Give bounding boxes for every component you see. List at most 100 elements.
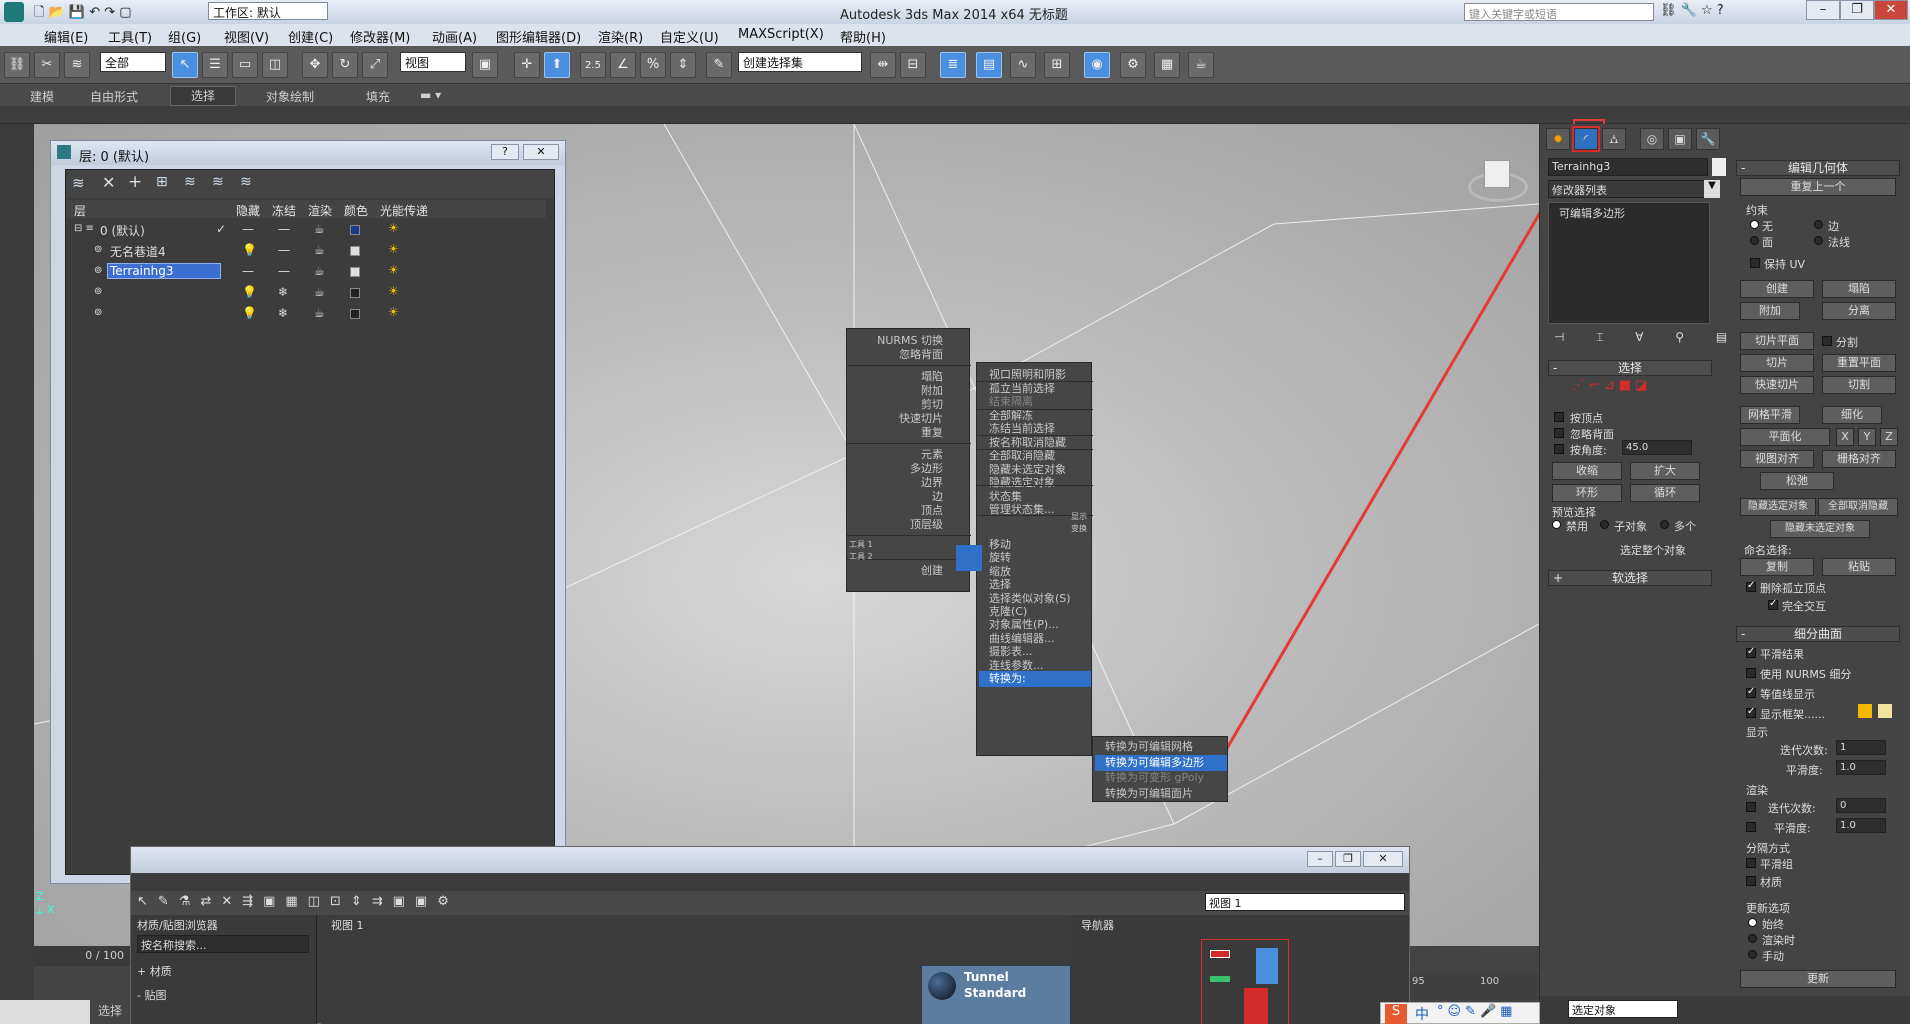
collapse-button[interactable]: 塌陷	[1822, 280, 1896, 298]
smoothing-groups-check[interactable]	[1746, 858, 1756, 868]
hide-toggle-icon[interactable]: —	[242, 264, 254, 278]
hide-unselected-button[interactable]: 隐藏未选定对象	[1770, 520, 1870, 538]
render-iterations-input[interactable]: 0	[1836, 798, 1886, 813]
unlink-icon[interactable]: ✂	[34, 52, 60, 78]
hierarchy-tab-icon[interactable]: ⛼	[1602, 128, 1626, 150]
quad-left-item[interactable]: 创建	[851, 563, 943, 579]
tab-populate[interactable]: 填充	[366, 88, 390, 105]
rendered-frame-icon[interactable]: ▦	[1154, 52, 1180, 78]
keyboard-shortcut-icon[interactable]: ⬆	[544, 52, 570, 78]
link-icon[interactable]: ⛓	[4, 52, 30, 78]
convert-submenu-item[interactable]: 转换为可编辑多边形	[1095, 754, 1227, 771]
manually-radio[interactable]	[1748, 950, 1757, 959]
by-angle-check[interactable]	[1554, 444, 1564, 454]
align-icon[interactable]: ⊟	[900, 52, 926, 78]
spinner-snap-icon[interactable]: ⇕	[670, 52, 696, 78]
graphite-toggle-icon[interactable]: ▤	[976, 52, 1002, 78]
hide-toggle-icon[interactable]: 💡	[242, 285, 257, 299]
y-button[interactable]: Y	[1858, 428, 1876, 446]
render-setup-icon[interactable]: ⚙	[1120, 52, 1146, 78]
preview-subobject-radio[interactable]	[1600, 520, 1609, 529]
angle-input[interactable]: 45.0	[1622, 440, 1692, 455]
slice-button[interactable]: 切片	[1740, 354, 1814, 372]
ref-coord-select[interactable]: 视图	[400, 52, 466, 72]
when-rendering-radio[interactable]	[1748, 934, 1757, 943]
add-to-layer-icon[interactable]: +	[128, 172, 142, 192]
new-layer-icon[interactable]: ≋	[72, 174, 85, 192]
view-align-button[interactable]: 视图对齐	[1740, 450, 1814, 468]
col-hide[interactable]: 隐藏	[236, 202, 260, 219]
slate-max-button[interactable]: ❐	[1335, 851, 1361, 867]
reset-plane-button[interactable]: 重置平面	[1822, 354, 1896, 372]
full-interactivity-check[interactable]	[1768, 598, 1778, 610]
menu-item-7[interactable]: 图形编辑器(D)	[496, 27, 581, 46]
preserve-uv-check[interactable]	[1750, 258, 1760, 268]
col-color[interactable]: 颜色	[344, 202, 368, 219]
create-button[interactable]: 创建	[1740, 280, 1814, 298]
help-search-input[interactable]: 键入关键字或短语	[1464, 3, 1654, 21]
update-button[interactable]: 更新	[1740, 970, 1896, 988]
tab-object-paint[interactable]: 对象绘制	[266, 88, 314, 105]
repeat-last-button[interactable]: 重复上一个	[1740, 178, 1896, 196]
render-toggle-icon[interactable]: ☕	[314, 243, 325, 257]
menu-item-0[interactable]: 编辑(E)	[44, 27, 88, 46]
materials-check[interactable]	[1746, 876, 1756, 886]
snap-toggle-icon[interactable]: 2.5	[580, 52, 606, 78]
quad-right-item[interactable]: 转换为:	[979, 671, 1091, 687]
close-button[interactable]: ✕	[1874, 0, 1908, 20]
window-crossing-icon[interactable]: ◫	[262, 52, 288, 78]
render-icon[interactable]: ☕	[1188, 52, 1214, 78]
select-object-icon[interactable]: ↖	[172, 52, 198, 78]
grow-button[interactable]: 扩大	[1630, 462, 1700, 480]
convert-submenu-item[interactable]: 转换为可变形 gPoly	[1095, 770, 1227, 786]
menu-item-5[interactable]: 修改器(M)	[350, 27, 410, 46]
frame-counter[interactable]: 0 / 100	[34, 946, 130, 966]
view-panel[interactable]: 视图 1 Tunnel Standard	[321, 915, 1071, 1024]
highlight-layer-icon[interactable]: ≋	[184, 174, 196, 190]
layer-row[interactable]: ⊚ 💡 ❄ ☕ ☀	[66, 283, 446, 303]
delete-layer-icon[interactable]: ✕	[102, 173, 115, 192]
slate-tool-icons[interactable]: ↖✎⚗⇄✕⇶▣▦◫⊡⇕⇉▣▣⚙	[137, 894, 459, 909]
freeze-toggle-icon[interactable]: —	[278, 222, 290, 236]
iterations-input[interactable]: 1	[1836, 740, 1886, 755]
menu-item-9[interactable]: 自定义(U)	[660, 27, 719, 46]
modifier-list-dropdown[interactable]: 修改器列表	[1548, 180, 1710, 198]
tab-freeform[interactable]: 自由形式	[90, 88, 138, 105]
isoline-display-check[interactable]	[1746, 686, 1756, 698]
percent-snap-icon[interactable]: %	[640, 52, 666, 78]
shrink-button[interactable]: 收缩	[1552, 462, 1622, 480]
constraint-edge-radio[interactable]	[1814, 220, 1823, 229]
minimize-button[interactable]: –	[1806, 0, 1840, 20]
radiosity-icon[interactable]: ☀	[388, 242, 399, 256]
radiosity-icon[interactable]: ☀	[388, 284, 399, 298]
pivot-icon[interactable]: ▣	[472, 52, 498, 78]
menu-item-1[interactable]: 工具(T)	[108, 27, 152, 46]
ignore-backfacing-check[interactable]	[1554, 428, 1564, 438]
tab-modeling[interactable]: 建模	[30, 88, 54, 105]
app-logo-icon[interactable]	[4, 2, 24, 22]
utilities-tab-icon[interactable]: 🔧	[1696, 128, 1720, 150]
render-toggle-icon[interactable]: ☕	[314, 285, 325, 299]
tab-selection[interactable]: 选择	[170, 86, 237, 106]
layer-row[interactable]: ⊚ Terrainhg3 — — ☕ ☀	[66, 262, 446, 282]
x-button[interactable]: X	[1836, 428, 1854, 446]
freeze-toggle-icon[interactable]: —	[278, 264, 290, 278]
modify-tab-icon[interactable]: ◜	[1572, 126, 1600, 152]
radiosity-icon[interactable]: ☀	[388, 221, 399, 235]
tessellate-button[interactable]: 细化	[1822, 406, 1882, 424]
quad-left-item[interactable]: 忽略背面	[851, 347, 943, 363]
preview-multi-radio[interactable]	[1660, 520, 1669, 529]
split-check[interactable]	[1822, 336, 1832, 346]
planarize-button[interactable]: 平面化	[1740, 428, 1830, 446]
mirror-icon[interactable]: ⇹	[870, 52, 896, 78]
unhide-all-button[interactable]: 全部取消隐藏	[1818, 498, 1898, 516]
view-dropdown[interactable]: 视图 1	[1205, 893, 1405, 911]
show-cage-check[interactable]	[1746, 706, 1756, 718]
layer-manager-icon[interactable]: ≣	[940, 52, 966, 78]
col-freeze[interactable]: 冻结	[272, 202, 296, 219]
layer-row[interactable]: ⊟ ≡ 0 (默认) ✓ — — ☕ ☀	[66, 220, 446, 240]
radiosity-icon[interactable]: ☀	[388, 263, 399, 277]
cage-color-2[interactable]	[1878, 704, 1892, 718]
layer-name[interactable]: 0 (默认)	[98, 222, 198, 239]
by-vertex-check[interactable]	[1554, 412, 1564, 422]
